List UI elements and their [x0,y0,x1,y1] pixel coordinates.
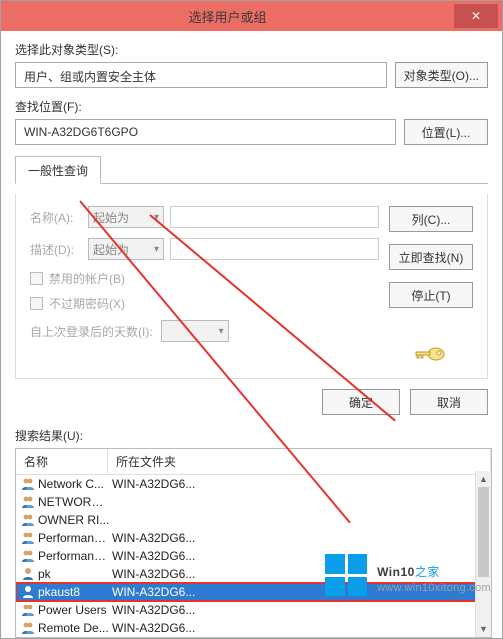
desc-label: 描述(D): [30,241,82,258]
chevron-down-icon: ▾ [154,212,159,223]
object-types-button[interactable]: 对象类型(O)... [395,62,488,88]
stop-button[interactable]: 停止(T) [389,282,473,308]
find-now-button[interactable]: 立即查找(N) [389,244,473,270]
row-name: pkaust8 [38,585,110,599]
object-type-field[interactable]: 用户、组或内置安全主体 [15,62,387,88]
disabled-accounts-checkbox[interactable]: 禁用的帐户(B) [30,270,379,287]
col-folder[interactable]: 所在文件夹 [108,449,491,474]
row-name: Power Users [38,603,110,617]
checkbox-icon [30,272,43,285]
name-label: 名称(A): [30,209,82,226]
table-row[interactable]: pkaust8 WIN-A32DG6... [16,583,491,601]
row-name: OWNER RI... [38,513,110,527]
nonexpiring-password-checkbox[interactable]: 不过期密码(X) [30,295,379,312]
ok-button[interactable]: 确定 [322,389,400,415]
group-icon [20,548,36,564]
row-folder: WIN-A32DG6... [110,621,491,635]
columns-button[interactable]: 列(C)... [389,206,473,232]
table-row[interactable]: Performanc... WIN-A32DG6... [16,547,491,565]
titlebar: 选择用户或组 ✕ [1,1,502,31]
cancel-button[interactable]: 取消 [410,389,488,415]
user-icon [20,584,36,600]
table-row[interactable]: NETWORK ... [16,493,491,511]
checkbox-icon [30,297,43,310]
group-icon [20,530,36,546]
list-header: 名称 所在文件夹 [16,449,491,475]
chevron-down-icon: ▾ [154,244,159,255]
search-key-icon [414,340,446,366]
scroll-thumb[interactable] [478,487,489,577]
location-field[interactable]: WIN-A32DG6T6GPO [15,119,396,145]
name-input[interactable] [170,206,379,228]
results-list: 名称 所在文件夹 Network C... WIN-A32DG6... NETW… [15,448,492,638]
days-since-logon-label: 自上次登录后的天数(I): [30,323,153,340]
row-name: pk [38,567,110,581]
row-folder: WIN-A32DG6... [110,477,491,491]
desc-input[interactable] [170,238,379,260]
user-icon [20,566,36,582]
days-combo[interactable]: ▾ [161,320,229,342]
table-row[interactable]: Power Users WIN-A32DG6... [16,601,491,619]
group-icon [20,476,36,492]
scroll-down-icon[interactable]: ▼ [476,621,491,637]
window-title: 选择用户或组 [1,7,454,26]
close-button[interactable]: ✕ [454,4,498,28]
object-type-label: 选择此对象类型(S): [15,41,488,58]
table-row[interactable]: OWNER RI... [16,511,491,529]
table-row[interactable]: Network C... WIN-A32DG6... [16,475,491,493]
row-folder: WIN-A32DG6... [110,603,491,617]
chevron-down-icon: ▾ [219,326,224,337]
row-folder: WIN-A32DG6... [110,549,491,563]
group-icon [20,494,36,510]
scrollbar[interactable]: ▲ ▼ [475,471,491,637]
row-name: Performanc... [38,549,110,563]
locations-button[interactable]: 位置(L)... [404,119,488,145]
row-name: NETWORK ... [38,495,110,509]
query-panel: 名称(A): 起始为 ▾ 描述(D): 起始为 ▾ [15,194,488,379]
table-row[interactable]: REMOTE I... [16,637,491,638]
dialog-window: 选择用户或组 ✕ 选择此对象类型(S): 用户、组或内置安全主体 对象类型(O)… [0,0,503,639]
group-icon [20,602,36,618]
scroll-up-icon[interactable]: ▲ [476,471,491,487]
table-row[interactable]: Remote De... WIN-A32DG6... [16,619,491,637]
desc-combo[interactable]: 起始为 ▾ [88,238,164,260]
results-label: 搜索结果(U): [15,427,492,444]
name-combo[interactable]: 起始为 ▾ [88,206,164,228]
row-name: Remote De... [38,621,110,635]
group-icon [20,620,36,636]
location-label: 查找位置(F): [15,98,488,115]
table-row[interactable]: Performanc... WIN-A32DG6... [16,529,491,547]
row-name: Performanc... [38,531,110,545]
row-folder: WIN-A32DG6... [110,531,491,545]
tab-row: 一般性查询 [15,155,488,184]
close-icon: ✕ [471,9,481,23]
row-folder: WIN-A32DG6... [110,585,491,599]
group-icon [20,512,36,528]
tab-general-query[interactable]: 一般性查询 [15,156,101,184]
col-name[interactable]: 名称 [16,449,108,474]
row-name: Network C... [38,477,110,491]
row-folder: WIN-A32DG6... [110,567,491,581]
table-row[interactable]: pk WIN-A32DG6... [16,565,491,583]
